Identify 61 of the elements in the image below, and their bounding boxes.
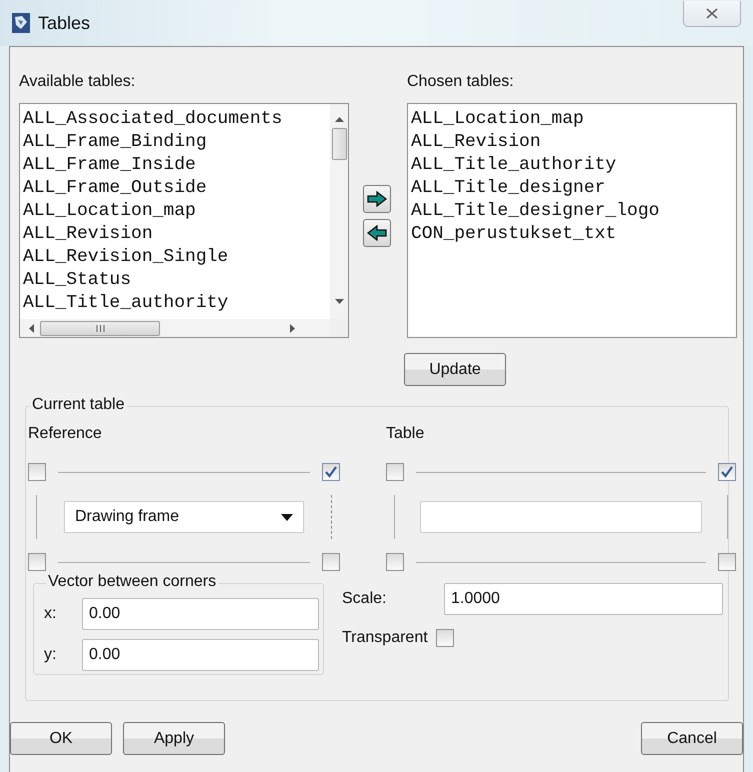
list-item[interactable]: ALL_Status [23,269,136,292]
update-button[interactable]: Update [404,353,506,386]
input-field[interactable]: 1.0000 [444,583,723,615]
scroll-up-icon[interactable] [334,116,344,122]
list-item[interactable]: CON_perustukset_txt [411,223,620,246]
horizontal-scrollbar[interactable] [20,319,330,337]
checkbox[interactable] [718,463,736,481]
field-label: Scale: [342,590,388,608]
field-label: x: [44,605,58,623]
dropdown[interactable]: Drawing frame [64,501,304,533]
checkbox[interactable] [718,553,736,571]
list-box[interactable]: ALL_Associated_documents ALL_Frame_Binding ALL_Frame_Inside ALL_Frame_Outside ALL_Location_map ALL_Revision ALL_Revision_Single ALL_Status ALL_Title_authority [19,103,349,338]
list-item[interactable]: ALL_Revision [23,223,157,246]
list-item[interactable]: ALL_Frame_Outside [23,177,211,200]
scroll-thumb[interactable] [40,320,160,336]
checkbox[interactable] [322,553,340,571]
checkbox[interactable] [386,553,404,571]
list-item[interactable]: ALL_Revision_Single [23,246,232,269]
app-icon [12,13,30,33]
list-label: Available tables: [19,73,136,91]
grip-icon [96,324,104,332]
text-field[interactable] [420,501,702,533]
left-arrow-icon [366,224,386,240]
input-field[interactable]: 0.00 [82,639,319,671]
checkbox[interactable] [386,463,404,481]
input-field[interactable]: 0.00 [82,598,319,630]
scroll-left-icon[interactable] [28,324,34,332]
list-item[interactable]: ALL_Revision [411,131,545,154]
list-box[interactable]: ALL_Location_map ALL_Revision ALL_Title_authority ALL_Title_designer ALL_Title_designer_logo CON_perustukset_txt [407,103,737,338]
ok-button[interactable]: OK [10,722,112,755]
scroll-thumb[interactable] [332,128,346,160]
list-item[interactable]: ALL_Title_designer_logo [411,200,664,223]
checkbox[interactable] [436,629,454,647]
remove-button[interactable] [362,218,390,246]
dropdown-caret-icon [281,514,293,520]
close-icon [706,8,718,19]
checkbox[interactable] [28,553,46,571]
checkbox[interactable] [28,463,46,481]
scroll-right-icon[interactable] [290,324,296,332]
vertical-scrollbar[interactable] [330,104,348,319]
list-item[interactable]: ALL_Title_authority [411,154,620,177]
list-item[interactable]: ALL_Location_map [411,108,588,131]
list-item[interactable]: ALL_Frame_Binding [23,131,211,154]
apply-button[interactable]: Apply [123,722,225,755]
list-label: Chosen tables: [407,73,515,91]
checkbox-label: Transparent [342,629,428,647]
section-label: Reference [28,425,102,442]
close-button[interactable] [683,1,741,27]
window-title: Tables [38,12,90,34]
add-button[interactable] [362,184,390,212]
list-item[interactable]: ALL_Location_map [23,200,200,223]
field-label: y: [44,646,58,664]
list-item[interactable]: ALL_Associated_documents [23,108,286,131]
scroll-down-icon[interactable] [334,299,344,305]
list-item[interactable]: ALL_Title_designer [411,177,610,200]
list-item[interactable]: ALL_Frame_Inside [23,154,200,177]
cancel-button[interactable]: Cancel [641,722,743,755]
right-arrow-icon [366,190,386,206]
section-label: Table [386,425,424,442]
list-item[interactable]: ALL_Title_authority [23,292,232,315]
checkbox[interactable] [322,463,340,481]
